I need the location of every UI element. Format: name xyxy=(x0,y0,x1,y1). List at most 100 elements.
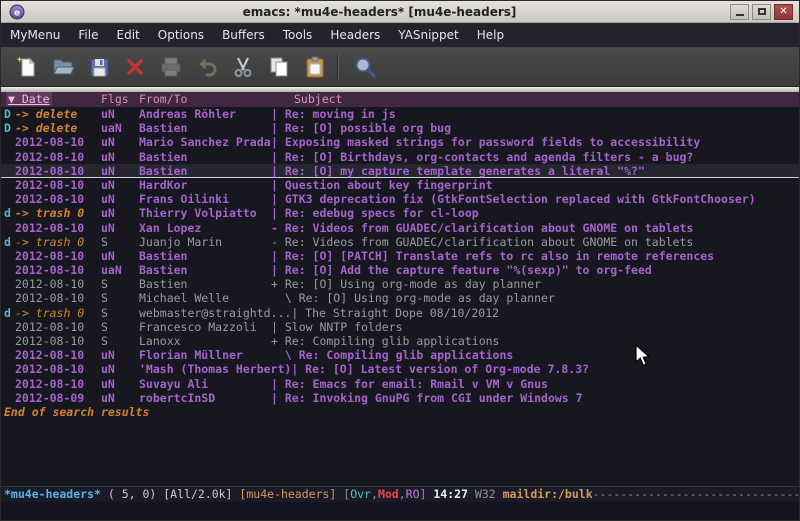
column-header-subject[interactable]: Subject xyxy=(271,92,342,107)
modeline-segment-dim: ---------------------------------- xyxy=(593,487,799,501)
subject-cell: | Re: Emacs for email: Rmail v VM v Gnus xyxy=(271,377,548,391)
date-cell: 2012-08-09 xyxy=(15,391,101,405)
date-cell: 2012-08-10 xyxy=(15,221,101,235)
subject-cell: | Re: edebug specs for cl-loop xyxy=(271,206,479,220)
mark-cell xyxy=(1,334,15,348)
subject-cell: \ Re: [O] Using org-mode as day planner xyxy=(271,291,555,305)
message-row[interactable]: 2012-08-10uNBastien| Re: [O] Birthdays, … xyxy=(1,150,799,164)
mark-cell: D xyxy=(1,121,15,135)
flags-cell: S xyxy=(101,334,139,348)
message-row[interactable]: 2012-08-10SBastien+ Re: [O] Using org-mo… xyxy=(1,277,799,291)
end-of-search-results: End of search results xyxy=(1,405,799,419)
message-row-current[interactable]: 2012-08-10uNBastien| Re: [O] my capture … xyxy=(1,164,799,178)
subject-cell: | Re: Invoking GnuPG from CGI under Wind… xyxy=(271,391,583,405)
date-cell: 2012-08-10 xyxy=(15,178,101,192)
from-cell: Frans Oilinki xyxy=(139,192,271,206)
subject-cell: - Re: Videos from GUADEC/clarification a… xyxy=(271,235,693,249)
modeline-segment-plain: [All/2.0k] xyxy=(163,487,239,501)
date-cell: 2012-08-10 xyxy=(15,277,101,291)
modeline-segment-dim: , xyxy=(399,487,406,501)
flags-cell: uaN xyxy=(101,263,139,277)
subject-cell: | Re: [O] [PATCH] Translate refs to rc a… xyxy=(271,249,714,263)
menu-file[interactable]: File xyxy=(69,23,107,47)
save-icon[interactable] xyxy=(81,51,117,83)
mark-cell: d xyxy=(1,306,15,320)
message-row[interactable]: 2012-08-09uNrobertcInSD| Re: Invoking Gn… xyxy=(1,391,799,405)
paste-icon[interactable] xyxy=(297,51,333,83)
menu-bar: MyMenuFileEditOptionsBuffersToolsHeaders… xyxy=(1,23,799,47)
column-header-from[interactable]: From/To xyxy=(139,92,271,107)
search-icon[interactable] xyxy=(347,51,383,83)
cut-icon[interactable] xyxy=(225,51,261,83)
message-row[interactable]: 2012-08-10uN'Mash (Thomas Herbert)| Re: … xyxy=(1,362,799,376)
mark-cell xyxy=(1,135,15,149)
new-file-icon[interactable] xyxy=(9,51,45,83)
sort-indicator: ▼ Date xyxy=(6,92,52,106)
message-row[interactable]: 2012-08-10uNBastien| Re: [O] [PATCH] Tra… xyxy=(1,249,799,263)
menu-help[interactable]: Help xyxy=(468,23,513,47)
flags-cell: uN xyxy=(101,150,139,164)
mark-cell xyxy=(1,150,15,164)
minimize-button[interactable] xyxy=(730,4,749,20)
flags-cell: S xyxy=(101,235,139,249)
mark-cell xyxy=(1,178,15,192)
subject-cell: | Slow NNTP folders xyxy=(271,320,403,334)
message-row[interactable]: 2012-08-10uNHardKor| Question about key … xyxy=(1,178,799,192)
date-cell: 2012-08-10 xyxy=(15,135,101,149)
menu-options[interactable]: Options xyxy=(149,23,213,47)
svg-text:e: e xyxy=(14,8,20,18)
mark-cell xyxy=(1,249,15,263)
message-row[interactable]: d-> trash 0uNThierry Volpiatto| Re: edeb… xyxy=(1,206,799,220)
from-cell: Suvayu Ali xyxy=(139,377,271,391)
from-cell: Bastien xyxy=(139,150,271,164)
menu-mymenu[interactable]: MyMenu xyxy=(1,23,69,47)
close-buffer-icon[interactable] xyxy=(117,51,153,83)
message-row[interactable]: 2012-08-10uNSuvayu Ali| Re: Emacs for em… xyxy=(1,377,799,391)
flags-cell: S xyxy=(101,306,139,320)
date-cell: 2012-08-10 xyxy=(15,377,101,391)
message-row[interactable]: 2012-08-10uNFrans Oilinki| GTK3 deprecat… xyxy=(1,192,799,206)
date-cell: -> delete xyxy=(15,121,101,135)
subject-cell: | The Straight Dope 08/10/2012 xyxy=(291,306,499,320)
message-row[interactable]: 2012-08-10uNFlorian Müllner \ Re: Compil… xyxy=(1,348,799,362)
flags-cell: uN xyxy=(101,107,139,121)
open-folder-icon[interactable] xyxy=(45,51,81,83)
message-row[interactable]: 2012-08-10SFrancesco Mazzoli| Slow NNTP … xyxy=(1,320,799,334)
from-cell: Michael Welle xyxy=(139,291,271,305)
message-row[interactable]: 2012-08-10uaNBastien| Re: [O] Add the ca… xyxy=(1,263,799,277)
menu-yasnippet[interactable]: YASnippet xyxy=(389,23,468,47)
subject-cell: + Re: Compiling glib applications xyxy=(271,334,499,348)
maximize-button[interactable] xyxy=(752,4,771,20)
subject-cell: | Question about key fingerprint xyxy=(271,178,493,192)
message-row[interactable]: D-> deleteuaNBastien| Re: [O] possible o… xyxy=(1,121,799,135)
message-row[interactable]: d-> trash 0Swebmaster@straightd...| The … xyxy=(1,306,799,320)
message-row[interactable]: 2012-08-10uNMario Sanchez Prada| Exposin… xyxy=(1,135,799,149)
menu-tools[interactable]: Tools xyxy=(274,23,322,47)
close-button[interactable]: ✕ xyxy=(774,4,793,20)
mark-cell xyxy=(1,348,15,362)
message-row[interactable]: 2012-08-10uNXan Lopez- Re: Videos from G… xyxy=(1,221,799,235)
menu-buffers[interactable]: Buffers xyxy=(213,23,274,47)
mark-cell xyxy=(1,320,15,334)
flags-cell: uN xyxy=(101,135,139,149)
message-row[interactable]: 2012-08-10SLanoxx+ Re: Compiling glib ap… xyxy=(1,334,799,348)
date-cell: 2012-08-10 xyxy=(15,320,101,334)
message-row[interactable]: 2012-08-10SMichael Welle \ Re: [O] Using… xyxy=(1,291,799,305)
column-header-flags[interactable]: Flgs xyxy=(101,92,139,107)
date-cell: 2012-08-10 xyxy=(15,291,101,305)
message-row[interactable]: d-> trash 0SJuanjo Marin- Re: Videos fro… xyxy=(1,235,799,249)
mode-line: *mu4e-headers* ( 5, 0) [All/2.0k] [mu4e-… xyxy=(1,486,799,502)
menu-edit[interactable]: Edit xyxy=(108,23,149,47)
message-row[interactable]: D-> deleteuNAndreas Röhler| Re: moving i… xyxy=(1,107,799,121)
flags-cell: uN xyxy=(101,164,139,178)
date-cell: -> trash 0 xyxy=(15,206,101,220)
copy-icon[interactable] xyxy=(261,51,297,83)
subject-cell: \ Re: Compiling glib applications xyxy=(271,348,513,362)
date-cell: 2012-08-10 xyxy=(15,263,101,277)
menu-headers[interactable]: Headers xyxy=(321,23,389,47)
headers-columns: ▼ Date Flgs From/To Subject xyxy=(1,92,799,107)
column-header-date[interactable]: ▼ Date xyxy=(1,92,101,107)
modeline-segment-plain: ( 5, 0) xyxy=(101,487,163,501)
date-cell: 2012-08-10 xyxy=(15,192,101,206)
date-cell: -> delete xyxy=(15,107,101,121)
